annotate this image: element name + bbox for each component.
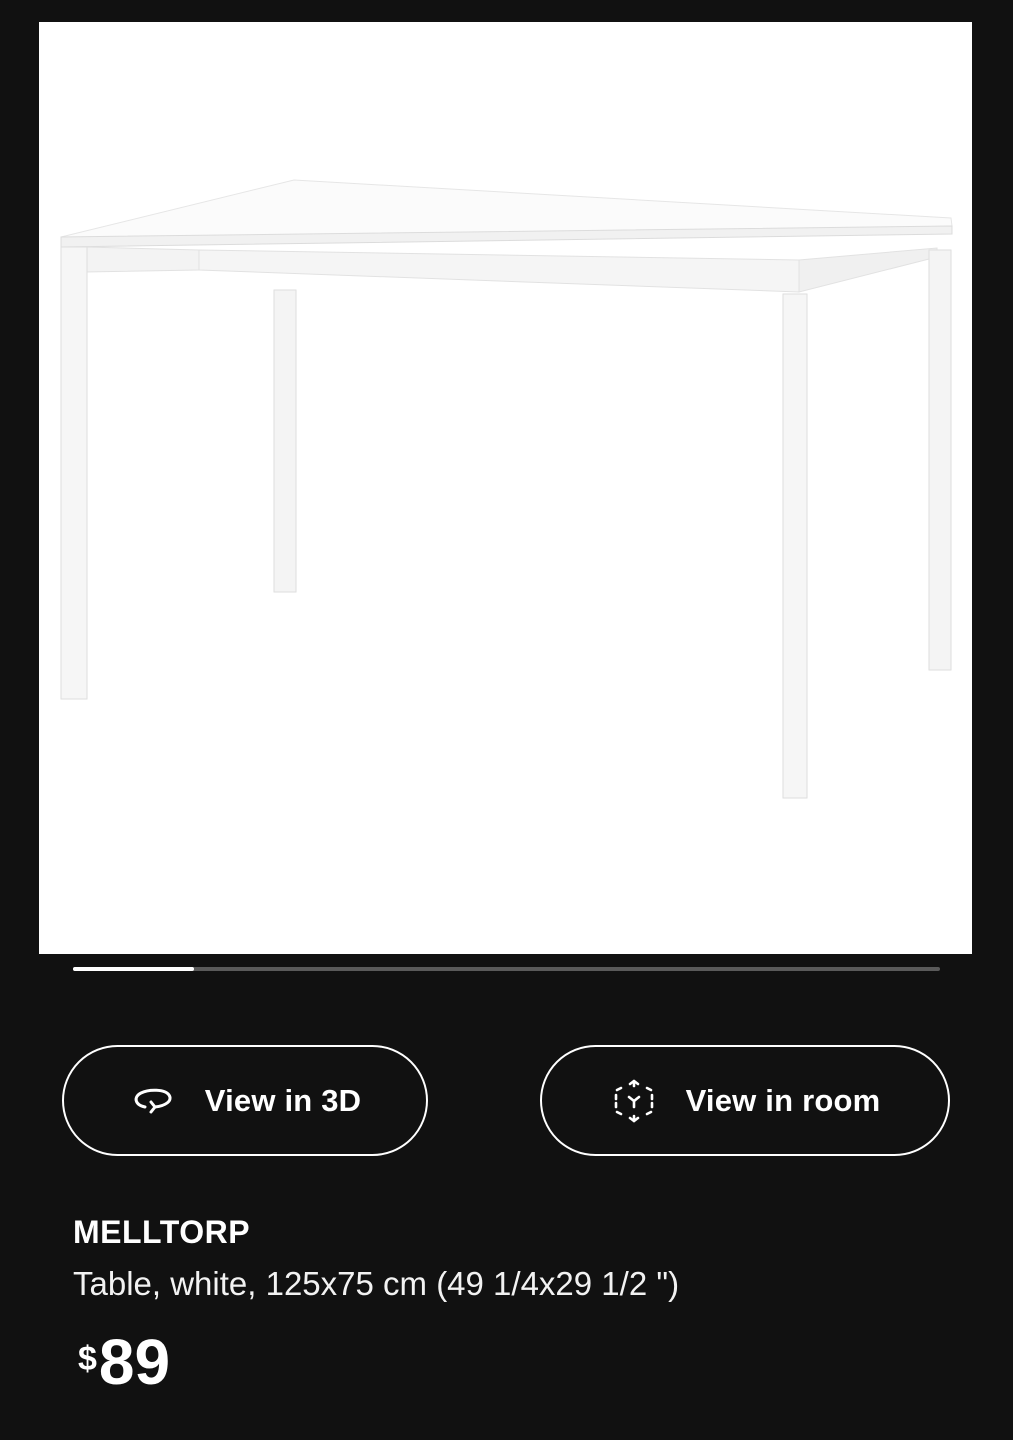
rotate-3d-icon bbox=[129, 1077, 177, 1125]
view-in-room-label: View in room bbox=[685, 1082, 881, 1118]
price-currency: $ bbox=[78, 1340, 97, 1378]
view-in-3d-button[interactable]: View in 3D bbox=[62, 1045, 428, 1156]
price-amount: 89 bbox=[98, 1326, 171, 1398]
view-in-3d-label: View in 3D bbox=[204, 1082, 362, 1118]
product-description: Table, white, 125x75 cm (49 1/4x29 1/2 "… bbox=[73, 1265, 680, 1302]
ar-cube-icon bbox=[610, 1077, 658, 1125]
carousel-progress-thumb[interactable] bbox=[73, 967, 195, 971]
table-illustration bbox=[60, 179, 953, 799]
product-image[interactable] bbox=[39, 22, 972, 954]
product-name: MELLTORP bbox=[73, 1214, 251, 1250]
view-in-room-button[interactable]: View in room bbox=[540, 1045, 950, 1156]
product-price: $ 89 bbox=[78, 1330, 170, 1394]
image-carousel-progress[interactable] bbox=[73, 967, 940, 971]
